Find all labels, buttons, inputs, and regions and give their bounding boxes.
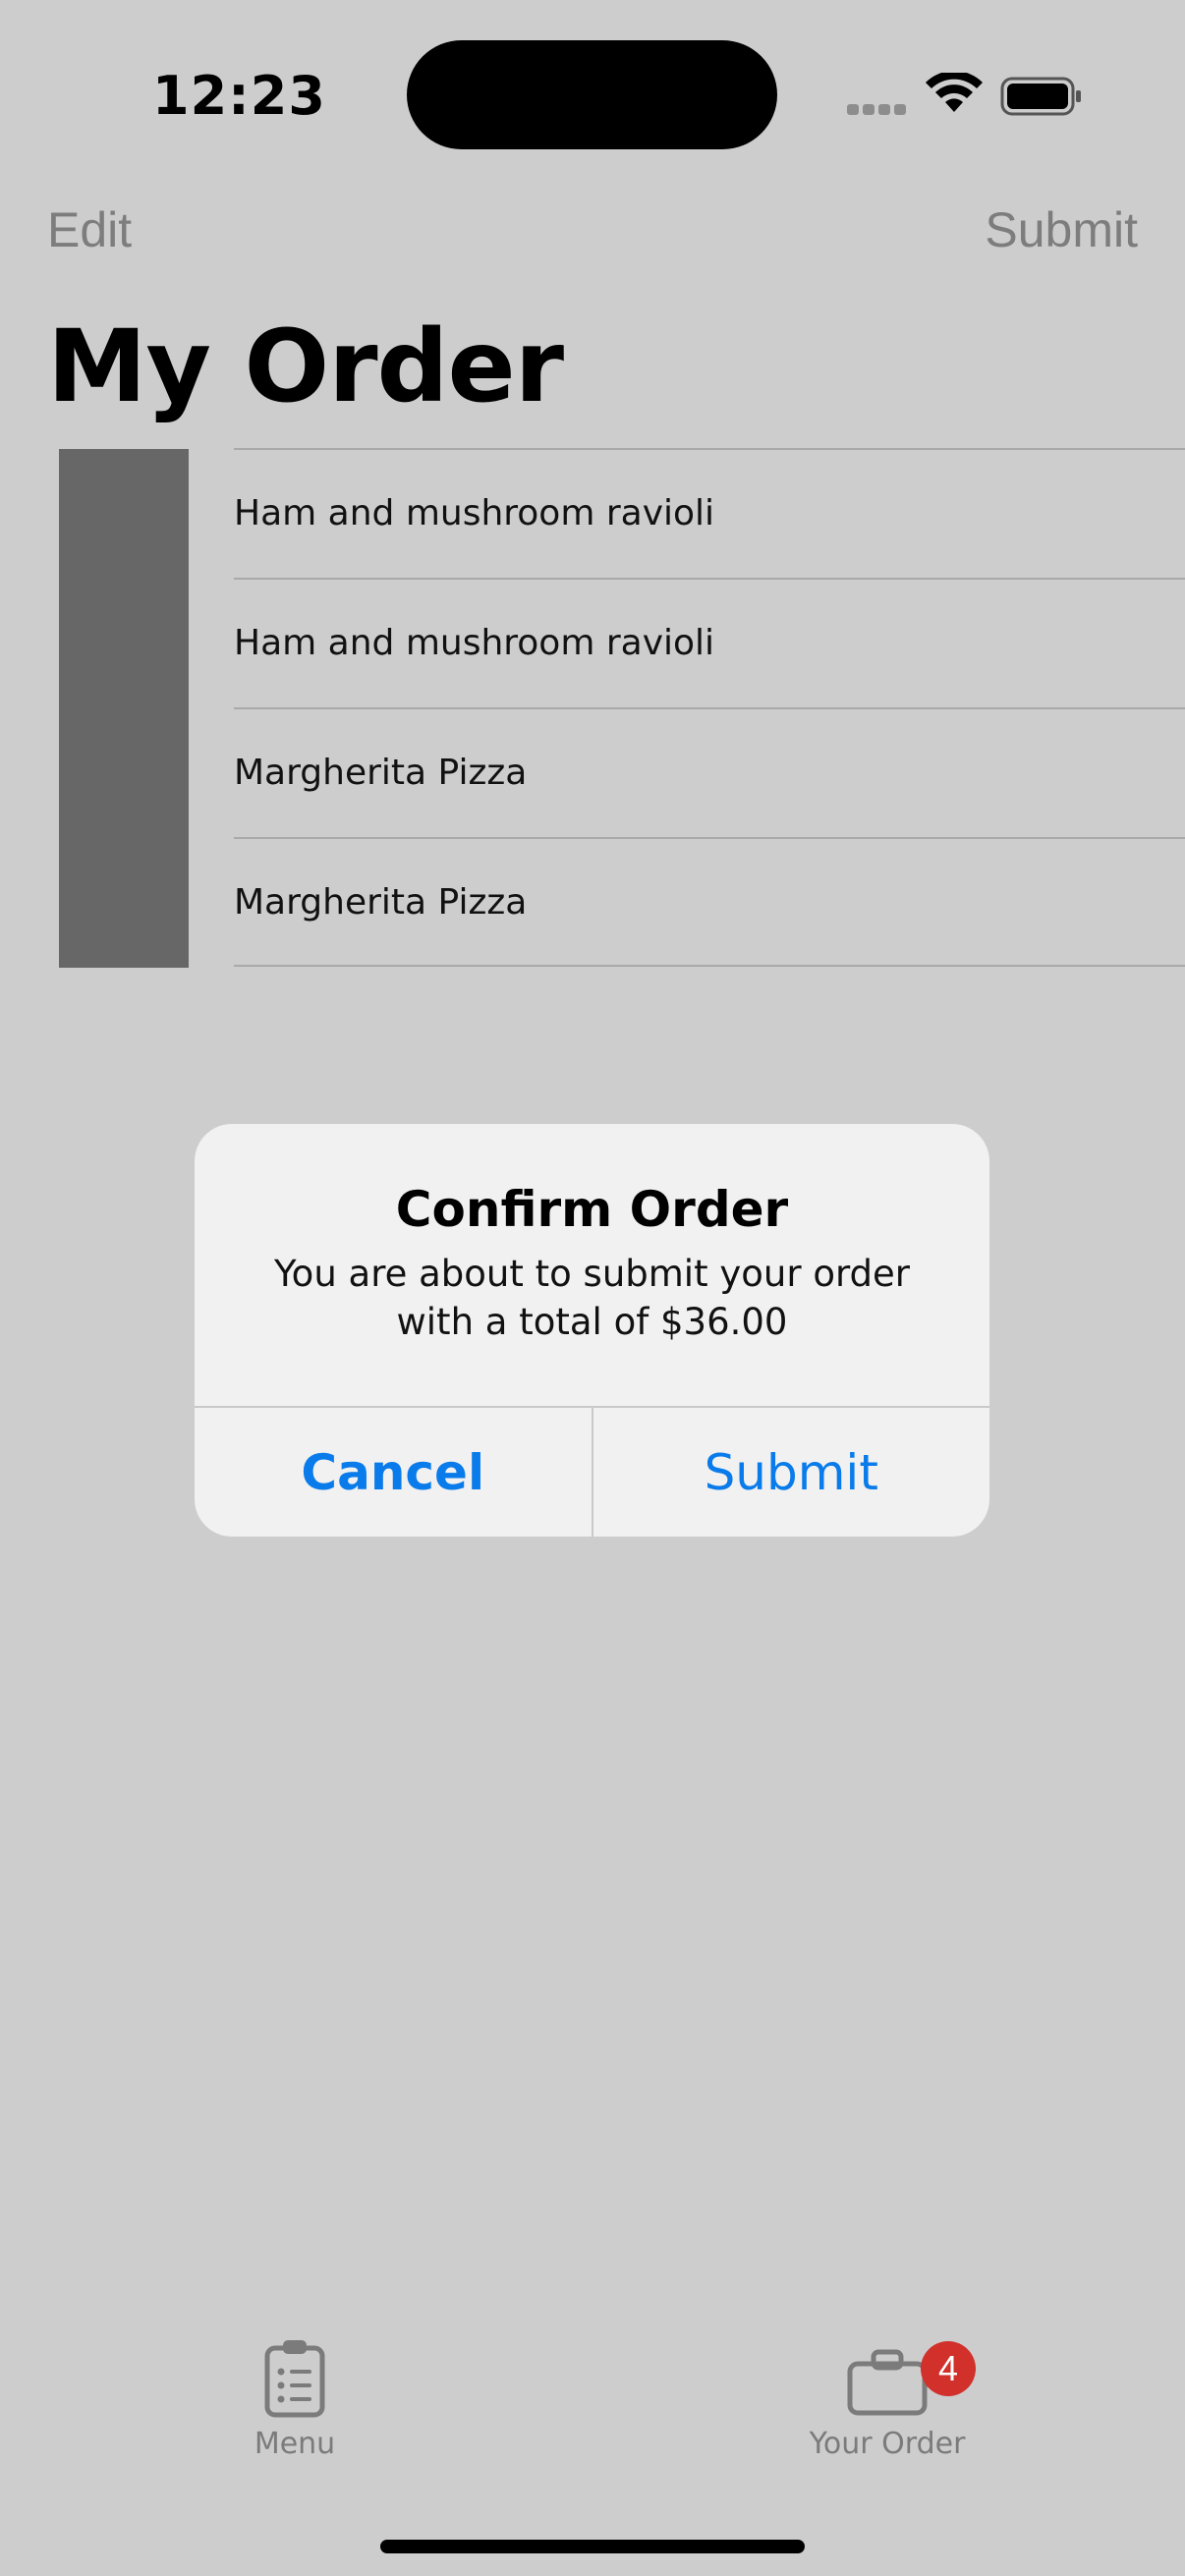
order-list: Ham and mushroom ravioli Ham and mushroo… <box>234 448 1185 967</box>
tab-label: Your Order <box>809 2427 966 2461</box>
alert-button-row: Cancel Submit <box>195 1406 989 1537</box>
submit-nav-button[interactable]: Submit <box>985 201 1138 258</box>
list-item[interactable]: Ham and mushroom ravioli <box>234 578 1185 707</box>
home-indicator[interactable] <box>380 2540 805 2553</box>
list-item-label: Margherita Pizza <box>234 882 528 923</box>
list-item[interactable]: Ham and mushroom ravioli <box>234 448 1185 578</box>
status-time: 12:23 <box>152 65 326 127</box>
dynamic-island <box>407 40 777 149</box>
tab-menu[interactable]: Menu <box>167 2338 423 2461</box>
submit-button[interactable]: Submit <box>593 1408 990 1537</box>
list-item[interactable]: Margherita Pizza <box>234 837 1185 967</box>
page-title: My Order <box>47 308 564 425</box>
wifi-icon <box>926 73 983 112</box>
list-item-label: Margherita Pizza <box>234 753 528 793</box>
briefcase-icon <box>847 2349 928 2416</box>
list-item-label: Ham and mushroom ravioli <box>234 623 715 663</box>
item-image-placeholder <box>59 449 189 968</box>
confirm-order-alert: Confirm Order You are about to submit yo… <box>195 1124 989 1537</box>
alert-message: You are about to submit your order with … <box>274 1253 910 1343</box>
edit-button[interactable]: Edit <box>47 201 132 258</box>
list-item-label: Ham and mushroom ravioli <box>234 493 715 533</box>
battery-icon <box>1000 77 1081 116</box>
clipboard-list-icon <box>264 2340 325 2418</box>
list-item[interactable]: Margherita Pizza <box>234 707 1185 837</box>
tab-label: Menu <box>254 2427 336 2461</box>
order-count-badge: 4 <box>921 2341 976 2396</box>
alert-title: Confirm Order <box>395 1181 789 1238</box>
cancel-button[interactable]: Cancel <box>195 1408 593 1537</box>
tab-your-order[interactable]: Your Order <box>760 2338 1015 2461</box>
